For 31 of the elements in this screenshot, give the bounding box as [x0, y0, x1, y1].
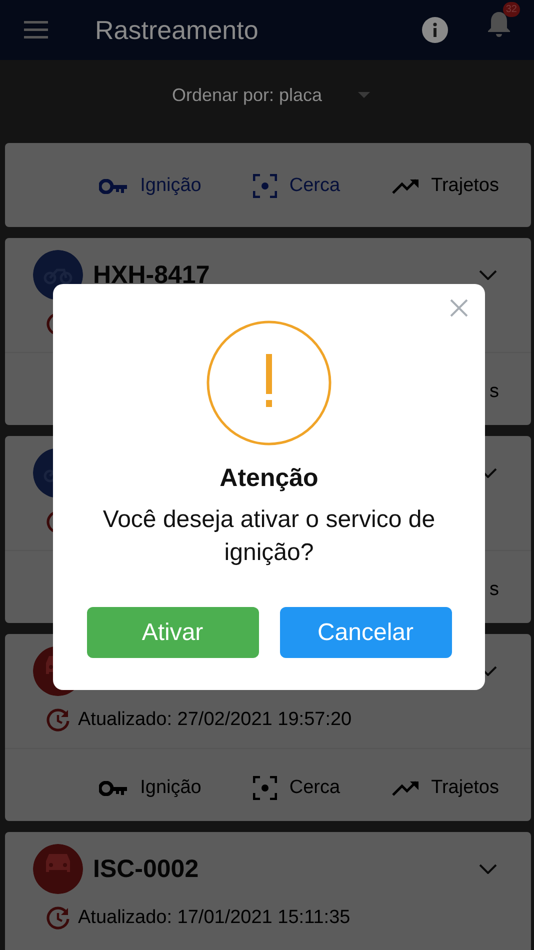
vehicle-plate: HXH-8417 — [93, 260, 211, 290]
confirm-button[interactable]: Ativar — [86, 607, 258, 658]
vehicle-plate: ISC-0002 — [93, 854, 200, 884]
cancel-button[interactable]: Cancelar — [280, 607, 452, 658]
dialog-message: Você deseja ativar o servico de ignição? — [102, 505, 436, 568]
history-icon — [46, 708, 70, 732]
updated-timestamp: Atualizado: 27/02/2021 19:57:20 — [78, 709, 352, 731]
key-icon — [99, 178, 128, 194]
updated-timestamp: Atualizado: 17/01/2021 15:11:35 — [78, 907, 350, 929]
dropdown-caret-icon — [358, 92, 370, 98]
dialog-title: Atenção — [220, 464, 318, 493]
action-button[interactable]: Trajetos — [392, 777, 499, 799]
warning-icon — [206, 320, 332, 446]
sort-dropdown[interactable]: Ordenar por: placa — [172, 84, 322, 106]
action-label: s — [490, 579, 499, 601]
action-button[interactable]: Ignição — [99, 175, 202, 197]
history-icon — [46, 906, 70, 930]
info-icon[interactable] — [422, 17, 448, 43]
trending-up-icon — [392, 178, 420, 194]
action-button[interactable]: Cerca — [253, 174, 340, 198]
focus-frame-icon — [253, 776, 278, 800]
action-button[interactable]: Ignição — [99, 777, 202, 799]
focus-frame-icon — [253, 174, 278, 198]
close-icon[interactable] — [449, 298, 469, 318]
key-icon — [99, 780, 128, 796]
trending-up-icon — [392, 780, 420, 796]
action-label: s — [490, 381, 499, 403]
action-button[interactable]: Cerca — [253, 776, 340, 800]
menu-icon[interactable] — [24, 21, 48, 39]
action-button[interactable]: Trajetos — [392, 175, 499, 197]
app-title: Rastreamento — [95, 14, 260, 46]
